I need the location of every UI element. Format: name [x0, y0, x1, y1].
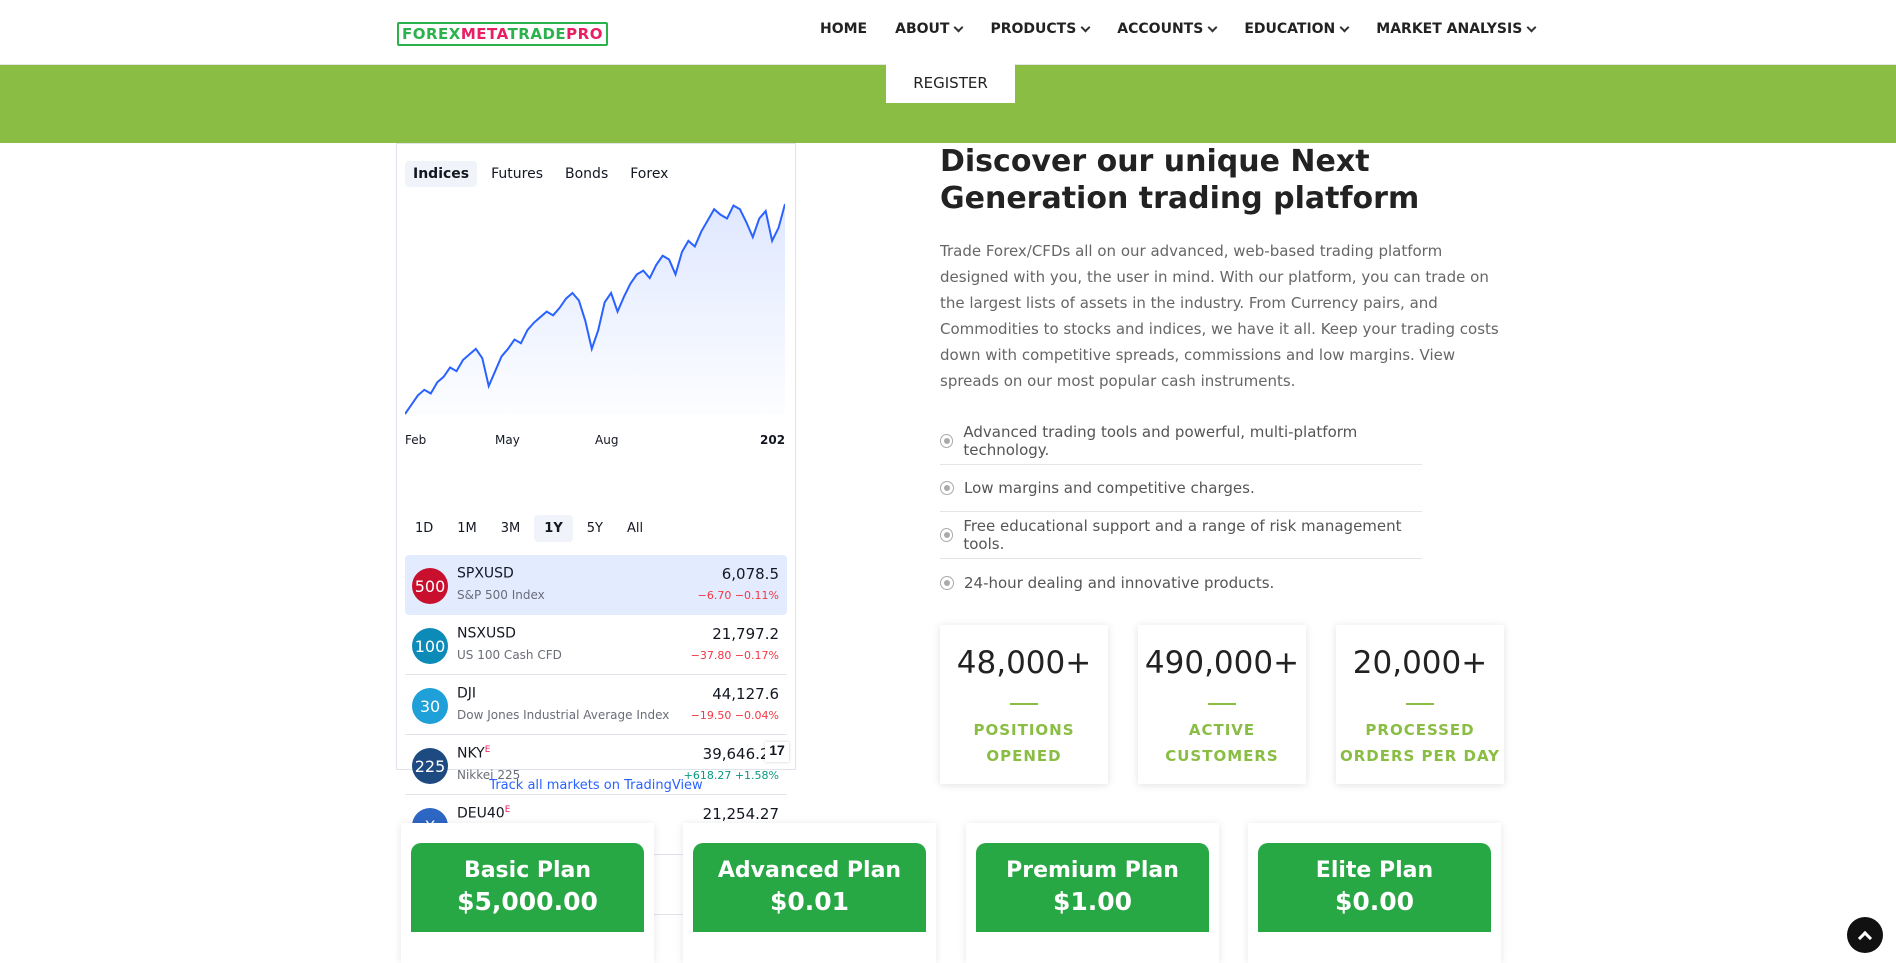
market-overview-widget: Indices Futures Bonds Forex Feb May Aug 202… — [396, 143, 796, 915]
scroll-to-top-button[interactable] — [1847, 917, 1883, 953]
nav-item-education[interactable]: EDUCATION — [1244, 21, 1350, 37]
plan-price: $5,000.00 — [457, 887, 598, 916]
tab-futures[interactable]: Futures — [483, 161, 551, 187]
plan-card-basic[interactable]: Basic Plan $5,000.00 — [401, 823, 654, 963]
symbol-change: −37.80 −0.17% — [690, 649, 779, 662]
symbol-logo: 100 — [412, 628, 448, 664]
plan-card-premium[interactable]: Premium Plan $1.00 — [966, 823, 1219, 963]
stat-customers: 490,000+ ACTIVE CUSTOMERS — [1138, 625, 1306, 784]
plan-name: Premium Plan — [1006, 858, 1179, 883]
stat-orders: 20,000+ PROCESSED ORDERS PER DAY — [1336, 625, 1504, 784]
feature-item: Advanced trading tools and powerful, mul… — [940, 418, 1422, 465]
plan-price: $0.00 — [1334, 887, 1415, 916]
symbol-ticker: SPXUSD — [457, 565, 514, 582]
plan-name: Advanced Plan — [717, 858, 902, 883]
symbol-ticker: NKYE — [457, 745, 491, 762]
stat-positions: 48,000+ POSITIONS OPENED — [940, 625, 1108, 784]
symbol-ticker: DJI — [457, 685, 477, 702]
stat-value: 20,000+ — [1352, 645, 1488, 681]
symbol-ticker: NSXUSD — [457, 625, 516, 642]
symbol-price: 21,797.2 — [712, 625, 779, 643]
x-tick-label: Feb — [405, 433, 426, 447]
tab-bonds[interactable]: Bonds — [557, 161, 616, 187]
x-tick-label: 2025 — [760, 433, 785, 447]
range-3m[interactable]: 3M — [491, 515, 531, 542]
symbol-price: 6,078.5 — [721, 565, 779, 583]
stat-label: POSITIONS OPENED — [973, 721, 1075, 765]
stat-divider — [1010, 703, 1038, 705]
register-button[interactable]: REGISTER — [886, 63, 1015, 103]
symbol-logo: 30 — [412, 688, 448, 724]
range-all[interactable]: All — [617, 515, 653, 542]
stat-value: 490,000+ — [1144, 645, 1300, 681]
tab-indices[interactable]: Indices — [405, 161, 478, 187]
nav-item-about[interactable]: ABOUT — [895, 21, 964, 37]
widget-tabs: Indices Futures Bonds Forex — [405, 161, 676, 187]
plan-header: Advanced Plan $0.01 — [693, 843, 926, 932]
chevron-down-icon — [1080, 22, 1091, 32]
feature-item: Low margins and competitive charges. — [940, 465, 1422, 512]
plan-card-elite[interactable]: Elite Plan $0.00 — [1248, 823, 1501, 963]
site-logo[interactable]: FOREXMETATRADEPRO — [397, 22, 608, 46]
section-heading: Discover our unique Next Generation trad… — [940, 144, 1420, 216]
bullet-icon — [940, 434, 954, 448]
plan-name: Basic Plan — [463, 858, 592, 883]
chevron-down-icon — [1207, 22, 1218, 32]
chevron-down-icon — [1526, 22, 1537, 32]
symbol-logo: 500 — [412, 568, 448, 604]
range-1m[interactable]: 1M — [447, 515, 487, 542]
bullet-icon — [940, 481, 954, 495]
symbol-row[interactable]: 100 NSXUSD US 100 Cash CFD 21,797.2 −37.80 −… — [405, 615, 787, 675]
plan-card-advanced[interactable]: Advanced Plan $0.01 — [683, 823, 936, 963]
symbol-price: 21,254.27 — [702, 805, 779, 823]
plan-header: Premium Plan $1.00 — [976, 843, 1209, 932]
nav-item-products[interactable]: PRODUCTS — [990, 21, 1091, 37]
symbol-row[interactable]: 500 SPXUSD S&P 500 Index 6,078.5 −6.70 −0.11… — [405, 555, 787, 615]
symbol-price: 44,127.6 — [712, 685, 779, 703]
feature-list: Advanced trading tools and powerful, mul… — [940, 418, 1422, 606]
symbol-change: −6.70 −0.11% — [697, 589, 779, 602]
tradingview-link[interactable]: Track all markets on TradingView — [396, 778, 796, 793]
plan-name: Elite Plan — [1315, 858, 1434, 883]
x-tick-label: Aug — [595, 433, 618, 447]
range-1y[interactable]: 1Y — [534, 515, 573, 542]
chevron-down-icon — [954, 22, 964, 32]
chart-area — [405, 204, 785, 414]
tradingview-logo[interactable]: 17 — [765, 742, 789, 762]
stat-label: PROCESSED ORDERS PER DAY — [1339, 721, 1501, 765]
plan-header: Elite Plan $0.00 — [1258, 843, 1491, 932]
symbol-description: Dow Jones Industrial Average Index — [457, 708, 670, 722]
x-tick-label: May — [495, 433, 520, 447]
stat-label: ACTIVE CUSTOMERS — [1165, 721, 1279, 765]
range-1d[interactable]: 1D — [405, 515, 443, 542]
symbol-row[interactable]: 30 DJI Dow Jones Industrial Average Index 4… — [405, 675, 787, 735]
feature-item: 24-hour dealing and innovative products. — [940, 559, 1422, 606]
plan-price: $0.01 — [769, 887, 850, 916]
stat-divider — [1208, 703, 1236, 705]
plan-price: $1.00 — [1052, 887, 1133, 916]
range-selector: 1D 1M 3M 1Y 5Y All — [405, 515, 653, 542]
bullet-icon — [940, 528, 954, 542]
symbol-description: US 100 Cash CFD — [457, 648, 562, 662]
symbol-ticker: DEU40E — [457, 805, 511, 822]
stat-value: 48,000+ — [956, 645, 1092, 681]
symbol-description: S&P 500 Index — [457, 588, 545, 602]
nav-item-accounts[interactable]: ACCOUNTS — [1117, 21, 1218, 37]
stat-divider — [1406, 703, 1434, 705]
feature-item: Free educational support and a range of … — [940, 512, 1422, 559]
symbol-change: −19.50 −0.04% — [690, 709, 779, 722]
range-5y[interactable]: 5Y — [577, 515, 613, 542]
section-paragraph: Trade Forex/CFDs all on our advanced, we… — [940, 242, 1499, 390]
tab-forex[interactable]: Forex — [622, 161, 676, 187]
plan-header: Basic Plan $5,000.00 — [411, 843, 644, 932]
main-nav: HOME ABOUT PRODUCTS ACCOUNTS EDUCATION M… — [820, 21, 1563, 37]
bullet-icon — [940, 575, 954, 590]
nav-item-home[interactable]: HOME — [820, 21, 867, 37]
site-header: FOREXMETATRADEPRO HOME ABOUT PRODUCTS AC… — [0, 0, 1896, 65]
chevron-down-icon — [1339, 22, 1350, 32]
nav-item-market-analysis[interactable]: MARKET ANALYSIS — [1376, 21, 1537, 37]
chevron-up-icon — [1857, 930, 1873, 945]
price-chart[interactable]: Feb May Aug 2025 — [405, 194, 785, 474]
